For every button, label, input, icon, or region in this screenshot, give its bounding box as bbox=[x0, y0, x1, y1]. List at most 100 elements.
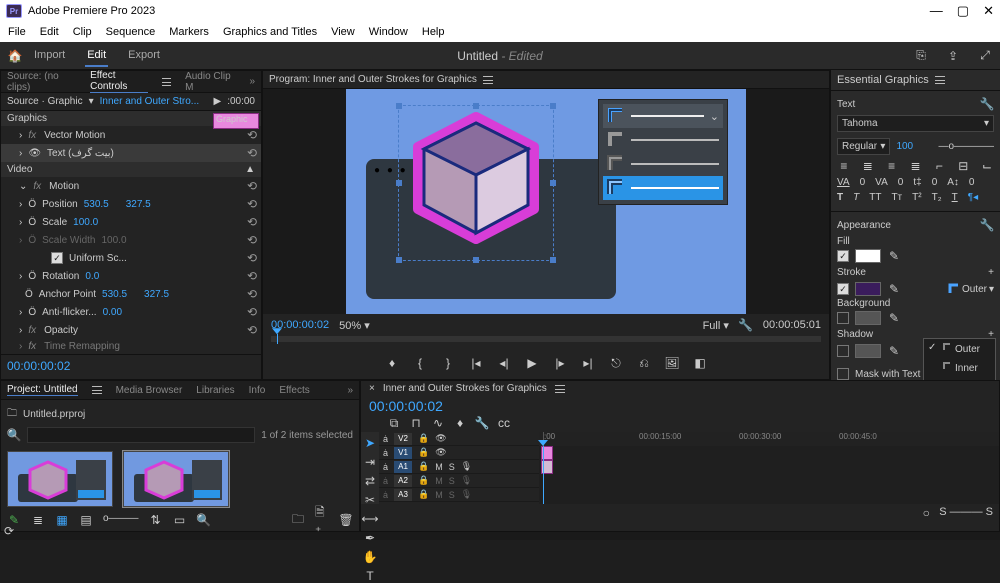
eg-panel-menu-icon[interactable] bbox=[935, 76, 945, 84]
time-remapping-effect[interactable]: Time Remapping bbox=[44, 341, 120, 352]
menu-file[interactable]: File bbox=[8, 26, 26, 38]
rotation-property[interactable]: Rotation bbox=[42, 271, 79, 282]
maximize-button[interactable]: ▢ bbox=[957, 3, 969, 19]
wrench-icon[interactable]: 🔧 bbox=[980, 97, 994, 111]
smallcaps-icon[interactable]: Tᴛ bbox=[891, 192, 902, 203]
settings-wrench-icon[interactable]: 🔧 bbox=[475, 416, 489, 430]
align-bottom-icon[interactable]: ⌙ bbox=[980, 159, 994, 173]
eyedropper-icon[interactable]: ✎ bbox=[887, 311, 901, 325]
fullscreen-icon[interactable]: ⤢ bbox=[978, 49, 992, 63]
antiflicker-value[interactable]: 0.00 bbox=[103, 307, 139, 318]
stroke-swatch[interactable] bbox=[855, 282, 881, 296]
align-middle-icon[interactable]: ⊟ bbox=[956, 159, 970, 173]
panel-overflow-icon[interactable]: » bbox=[347, 385, 353, 396]
position-y[interactable]: 327.5 bbox=[126, 199, 162, 210]
fill-checkbox[interactable] bbox=[837, 250, 849, 262]
timeline-title[interactable]: Inner and Outer Strokes for Graphics bbox=[383, 383, 547, 394]
step-back-icon[interactable]: ◂| bbox=[497, 356, 511, 370]
fill-swatch[interactable] bbox=[855, 249, 881, 263]
size-slider[interactable]: —o———— bbox=[938, 141, 994, 152]
track-a1-header[interactable]: A1 bbox=[394, 461, 412, 473]
font-size-value[interactable]: 100 bbox=[896, 141, 932, 152]
tab-effects[interactable]: Effects bbox=[279, 385, 309, 396]
new-item-menu-icon[interactable]: 🗎⁺ bbox=[315, 513, 329, 527]
project-search-input[interactable] bbox=[27, 427, 255, 443]
add-marker-icon[interactable]: ♦ bbox=[385, 356, 399, 370]
scale-property[interactable]: Scale bbox=[42, 217, 67, 228]
italic-icon[interactable]: T bbox=[853, 192, 859, 203]
menu-markers[interactable]: Markers bbox=[169, 26, 209, 38]
effect-controls-timecode[interactable]: 00:00:00:02 bbox=[1, 354, 261, 377]
sort-icon[interactable]: ⇅ bbox=[149, 513, 163, 527]
menu-clip[interactable]: Clip bbox=[73, 26, 92, 38]
menu-help[interactable]: Help bbox=[422, 26, 445, 38]
program-viewport[interactable]: ● ● ● bbox=[263, 89, 829, 314]
eyedropper-icon[interactable]: ✎ bbox=[887, 282, 901, 296]
tab-media-browser[interactable]: Media Browser bbox=[116, 385, 183, 396]
track-v2-header[interactable]: V2 bbox=[394, 433, 412, 445]
list-view-icon[interactable]: ≣ bbox=[31, 513, 45, 527]
tab-export[interactable]: Export bbox=[126, 45, 162, 67]
align-center-icon[interactable]: ≣ bbox=[861, 159, 875, 173]
go-to-out-icon[interactable]: ▸| bbox=[581, 356, 595, 370]
marker-icon[interactable]: ♦ bbox=[453, 416, 467, 430]
align-justify-icon[interactable]: ≣ bbox=[909, 159, 923, 173]
allcaps-icon[interactable]: TT bbox=[869, 192, 881, 203]
find-icon[interactable]: 🔍 bbox=[197, 513, 211, 527]
selection-bounds[interactable] bbox=[398, 105, 554, 261]
pen-tool-icon[interactable]: ✒ bbox=[363, 531, 377, 545]
minimize-button[interactable]: — bbox=[930, 3, 943, 19]
tab-audio-clip[interactable]: Audio Clip M bbox=[185, 71, 235, 93]
bin-icon[interactable]: 🗀 bbox=[7, 406, 17, 423]
comparison-view-icon[interactable]: ◧ bbox=[693, 356, 707, 370]
export-frame-icon[interactable]: 🖼 bbox=[665, 356, 679, 370]
ec-clip-strip[interactable]: Graphic bbox=[213, 113, 259, 129]
shadow-swatch[interactable] bbox=[855, 344, 881, 358]
track-v1-header[interactable]: V1 bbox=[394, 447, 412, 459]
caption-icon[interactable]: cc bbox=[497, 416, 511, 430]
delete-icon[interactable]: 🗑 bbox=[339, 513, 353, 527]
opacity-effect[interactable]: Opacity bbox=[44, 325, 78, 336]
stroke-menu-outer[interactable]: Outer bbox=[924, 339, 995, 358]
fit-dropdown[interactable]: Full ▾ bbox=[703, 319, 729, 332]
superscript-icon[interactable]: T² bbox=[912, 192, 921, 203]
tracking-icon[interactable]: VA bbox=[875, 177, 888, 188]
new-bin-icon[interactable]: 🗀 bbox=[291, 513, 305, 527]
subscript-icon[interactable]: T₂ bbox=[932, 192, 942, 203]
align-left-icon[interactable]: ≡ bbox=[837, 159, 851, 173]
eyedropper-icon[interactable]: ✎ bbox=[887, 249, 901, 263]
timeline-panel-menu-icon[interactable] bbox=[555, 385, 565, 393]
freeform-view-icon[interactable]: ▤ bbox=[79, 513, 93, 527]
anchor-x[interactable]: 530.5 bbox=[102, 289, 138, 300]
shadow-checkbox[interactable] bbox=[837, 345, 849, 357]
timeline-zoom-bar[interactable]: S ——— S bbox=[939, 506, 993, 520]
track-select-tool-icon[interactable]: ⇥ bbox=[363, 455, 377, 469]
step-forward-icon[interactable]: |▸ bbox=[553, 356, 567, 370]
sync-icon[interactable]: ⟳ bbox=[2, 524, 16, 538]
stroke-checkbox[interactable] bbox=[837, 283, 849, 295]
text-layer-effect[interactable]: Text (بیت گرف) bbox=[47, 148, 241, 159]
background-swatch[interactable] bbox=[855, 311, 881, 325]
eyedropper-icon[interactable]: ✎ bbox=[887, 344, 901, 358]
share-icon[interactable]: ⇪ bbox=[946, 49, 960, 63]
stroke-menu-inner[interactable]: Inner bbox=[924, 358, 995, 377]
baseline-icon[interactable]: t‡ bbox=[913, 177, 921, 188]
project-file-name[interactable]: Untitled.prproj bbox=[23, 409, 85, 420]
program-panel-menu-icon[interactable] bbox=[483, 76, 493, 84]
motion-effect[interactable]: Motion bbox=[49, 181, 79, 192]
close-button[interactable]: ✕ bbox=[983, 3, 994, 19]
project-item-thumb[interactable] bbox=[7, 451, 113, 507]
menu-window[interactable]: Window bbox=[369, 26, 408, 38]
quick-export-icon[interactable]: ⎘ bbox=[914, 49, 928, 63]
panel-menu-icon[interactable] bbox=[162, 78, 171, 86]
bold-icon[interactable]: T bbox=[837, 192, 843, 203]
stroke-popup-selected[interactable] bbox=[603, 176, 723, 200]
uniform-scale-checkbox[interactable] bbox=[51, 252, 63, 264]
eye-icon[interactable]: 👁 bbox=[28, 148, 41, 159]
tab-project[interactable]: Project: Untitled bbox=[7, 384, 78, 396]
search-icon[interactable]: 🔍 bbox=[7, 428, 21, 442]
tab-edit[interactable]: Edit bbox=[85, 45, 108, 67]
nest-icon[interactable]: ⧉ bbox=[387, 416, 401, 430]
tab-libraries[interactable]: Libraries bbox=[196, 385, 234, 396]
tab-effect-controls[interactable]: Effect Controls bbox=[90, 70, 148, 93]
